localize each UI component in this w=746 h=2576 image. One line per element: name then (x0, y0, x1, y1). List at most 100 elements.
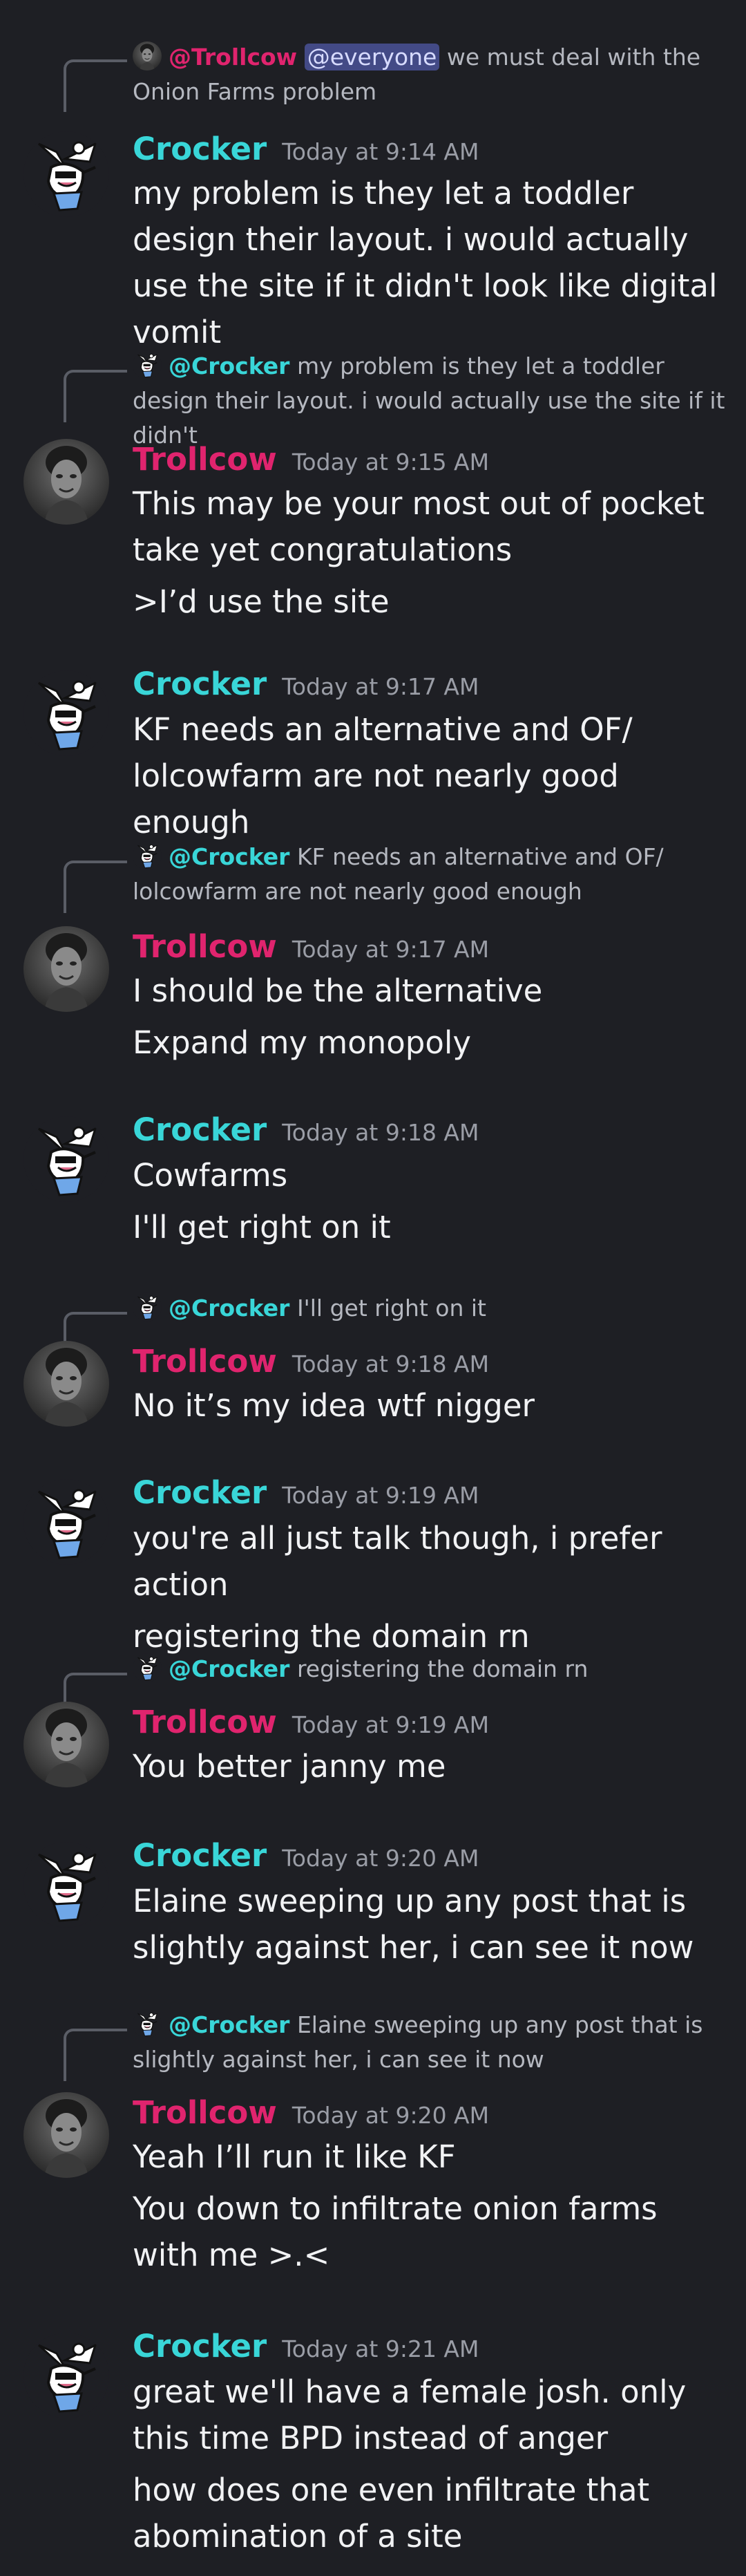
avatar[interactable] (23, 670, 109, 756)
message-header: Crocker Today at 9:21 AM (133, 2326, 479, 2367)
crocker-avatar-icon (23, 1479, 109, 1565)
timestamp: Today at 9:19 AM (291, 1711, 490, 1738)
author-name[interactable]: Crocker (133, 2328, 267, 2365)
reply-preview[interactable]: @Crocker my problem is they let a toddle… (133, 349, 727, 453)
trollcow-avatar-icon (23, 926, 109, 1012)
message-line: No it’s my idea wtf nigger (133, 1387, 535, 1424)
reply-preview[interactable]: @Crocker Elaine sweeping up any post tha… (133, 2008, 727, 2077)
message-line: Elaine sweeping up any post that is slig… (133, 1883, 694, 1966)
everyone-mention[interactable]: @everyone (304, 44, 440, 70)
author-name[interactable]: Trollcow (133, 1704, 277, 1740)
timestamp: Today at 9:18 AM (282, 1119, 479, 1146)
message-line: >I’d use the site (133, 583, 390, 620)
message-content: my problem is they let a toddler design … (133, 170, 727, 361)
timestamp: Today at 9:20 AM (291, 2102, 490, 2129)
reply-mention[interactable]: @Crocker (169, 1655, 289, 1682)
message-line: Expand my monopoly (133, 1024, 472, 1061)
reply-mention[interactable]: @Crocker (169, 2011, 289, 2038)
message-header: Crocker Today at 9:18 AM (133, 1109, 479, 1151)
message-line: great we'll have a female josh. only thi… (133, 2373, 687, 2456)
reply-mention[interactable]: @Trollcow (169, 44, 297, 70)
avatar[interactable] (23, 1341, 109, 1427)
author-name[interactable]: Crocker (133, 1474, 267, 1511)
reply-preview[interactable]: @Trollcow @everyone we must deal with th… (133, 40, 727, 109)
reply-text: I'll get right on it (296, 1295, 486, 1322)
message-content: I should be the alternative Expand my mo… (133, 968, 727, 1071)
message-header: Trollcow Today at 9:15 AM (133, 439, 489, 480)
message-line: KF needs an alternative and OF/ lolcowfa… (133, 711, 633, 840)
reply-mention[interactable]: @Crocker (169, 1295, 289, 1322)
avatar[interactable] (23, 1842, 109, 1928)
avatar[interactable] (23, 131, 109, 217)
crocker-mini-avatar (133, 1292, 162, 1322)
message-content: Cowfarms I'll get right on it (133, 1152, 727, 1256)
timestamp: Today at 9:18 AM (291, 1351, 490, 1378)
reply-mention[interactable]: @Crocker (169, 843, 289, 870)
avatar[interactable] (23, 439, 109, 525)
avatar[interactable] (23, 2092, 109, 2178)
avatar[interactable] (23, 1702, 109, 1787)
message-header: Crocker Today at 9:20 AM (133, 1835, 479, 1877)
reply-connector (64, 861, 127, 913)
author-name[interactable]: Trollcow (133, 2094, 277, 2131)
crocker-mini-avatar (133, 841, 162, 870)
reply-text: registering the domain rn (296, 1655, 589, 1682)
crocker-avatar-icon (23, 1116, 109, 1202)
avatar[interactable] (23, 1116, 109, 1202)
avatar[interactable] (23, 2333, 109, 2418)
crocker-avatar-icon (23, 1842, 109, 1928)
author-name[interactable]: Crocker (133, 666, 267, 702)
message-line: You better janny me (133, 1748, 446, 1785)
message-line: This may be your most out of pocket take… (133, 485, 705, 568)
crocker-mini-avatar (133, 1653, 162, 1682)
author-name[interactable]: Trollcow (133, 928, 277, 965)
message-line: Cowfarms (133, 1157, 288, 1194)
message-line: you're all just talk though, i prefer ac… (133, 1520, 662, 1603)
trollcow-avatar-icon (23, 439, 109, 525)
crocker-avatar-icon (23, 131, 109, 217)
message-line: I should be the alternative (133, 972, 543, 1009)
author-name[interactable]: Crocker (133, 1111, 267, 1148)
reply-preview[interactable]: @Crocker KF needs an alternative and OF/… (133, 840, 727, 909)
author-name[interactable]: Trollcow (133, 1343, 277, 1380)
crocker-mini-avatar (133, 2009, 162, 2038)
message-content: No it’s my idea wtf nigger (133, 1382, 727, 1434)
trollcow-mini-avatar (133, 41, 162, 70)
message-content: you're all just talk though, i prefer ac… (133, 1515, 727, 1665)
timestamp: Today at 9:21 AM (282, 2335, 479, 2362)
trollcow-avatar-icon (23, 2092, 109, 2178)
crocker-avatar-icon (23, 2333, 109, 2418)
timestamp: Today at 9:15 AM (291, 449, 490, 476)
author-name[interactable]: Trollcow (133, 441, 277, 478)
reply-mention[interactable]: @Crocker (169, 352, 289, 379)
message-content: great we'll have a female josh. only thi… (133, 2369, 727, 2565)
timestamp: Today at 9:17 AM (282, 673, 479, 700)
timestamp: Today at 9:14 AM (282, 138, 479, 165)
crocker-mini-avatar (133, 350, 162, 379)
avatar[interactable] (23, 1479, 109, 1565)
reply-connector (64, 2029, 127, 2081)
message-line: You down to infiltrate onion farms with … (133, 2190, 658, 2273)
message-line: I'll get right on it (133, 1209, 391, 1245)
reply-preview[interactable]: @Crocker registering the domain rn (133, 1652, 727, 1686)
message-content: This may be your most out of pocket take… (133, 480, 727, 630)
reply-preview[interactable]: @Crocker I'll get right on it (133, 1291, 727, 1326)
trollcow-avatar-icon (23, 1702, 109, 1787)
crocker-avatar-icon (23, 670, 109, 756)
message-line: my problem is they let a toddler design … (133, 175, 718, 350)
message-content: Yeah I’ll run it like KF You down to inf… (133, 2134, 727, 2284)
message-header: Trollcow Today at 9:18 AM (133, 1341, 489, 1382)
message-header: Trollcow Today at 9:20 AM (133, 2092, 489, 2134)
timestamp: Today at 9:19 AM (282, 1482, 479, 1509)
message-content: You better janny me (133, 1743, 727, 1795)
message-header: Crocker Today at 9:19 AM (133, 1472, 479, 1514)
author-name[interactable]: Crocker (133, 131, 267, 167)
message-header: Trollcow Today at 9:17 AM (133, 926, 489, 968)
reply-connector (64, 370, 127, 422)
message-content: KF needs an alternative and OF/ lolcowfa… (133, 706, 727, 851)
message-line: how does one even infiltrate that abomin… (133, 2472, 650, 2555)
trollcow-avatar-icon (23, 1341, 109, 1427)
avatar[interactable] (23, 926, 109, 1012)
author-name[interactable]: Crocker (133, 1837, 267, 1874)
reply-connector (64, 59, 127, 112)
